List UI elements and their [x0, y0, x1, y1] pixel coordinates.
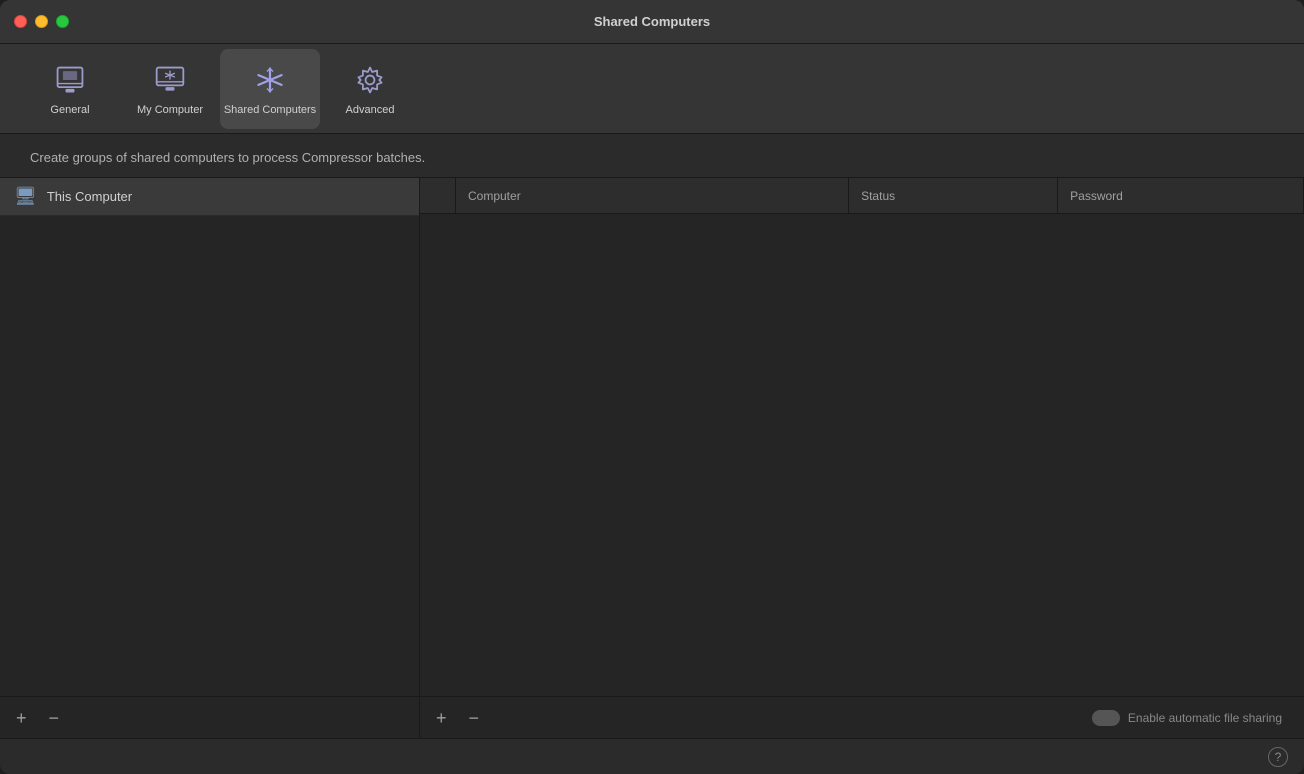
titlebar: Shared Computers	[0, 0, 1304, 44]
shared-computers-icon	[252, 62, 288, 98]
tab-my-computer-label: My Computer	[137, 104, 203, 116]
left-pane-footer: + −	[0, 696, 419, 738]
enable-sharing-toggle[interactable]	[1092, 710, 1120, 726]
traffic-lights	[14, 15, 69, 28]
tab-shared-computers-label: Shared Computers	[224, 104, 316, 116]
bottom-bar: ?	[0, 738, 1304, 774]
window-title: Shared Computers	[594, 14, 710, 29]
tab-my-computer[interactable]: My Computer	[120, 49, 220, 129]
tab-general[interactable]: General	[20, 49, 120, 129]
content-area: Create groups of shared computers to pro…	[0, 134, 1304, 738]
general-icon	[52, 62, 88, 98]
table-header-computer: Computer	[456, 178, 849, 213]
computers-pane: Computer Status Password + − Enable auto…	[420, 178, 1304, 738]
description-text: Create groups of shared computers to pro…	[0, 134, 1304, 177]
table-header-status: Status	[849, 178, 1058, 213]
this-computer-icon: 🖥	[14, 186, 37, 207]
groups-list: 🖥 This Computer	[0, 178, 419, 696]
minimize-button[interactable]	[35, 15, 48, 28]
enable-sharing-label: Enable automatic file sharing	[1128, 711, 1282, 725]
list-item[interactable]: 🖥 This Computer	[0, 178, 419, 216]
advanced-icon	[352, 62, 388, 98]
app-window: Shared Computers General	[0, 0, 1304, 774]
panes-container: 🖥 This Computer + − Computer Status Pass…	[0, 177, 1304, 738]
remove-group-button[interactable]: −	[45, 707, 64, 729]
remove-computer-button[interactable]: −	[465, 707, 484, 729]
this-computer-label: This Computer	[47, 189, 132, 204]
tab-shared-computers[interactable]: Shared Computers	[220, 49, 320, 129]
tab-advanced-label: Advanced	[346, 104, 395, 116]
close-button[interactable]	[14, 15, 27, 28]
toolbar: General My Computer	[0, 44, 1304, 134]
table-header-password: Password	[1058, 178, 1304, 213]
help-button[interactable]: ?	[1268, 747, 1288, 767]
my-computer-icon	[152, 62, 188, 98]
groups-pane: 🖥 This Computer + −	[0, 178, 420, 738]
right-pane-footer: + − Enable automatic file sharing	[420, 696, 1304, 738]
maximize-button[interactable]	[56, 15, 69, 28]
computers-table-body	[420, 214, 1304, 696]
enable-sharing-area: Enable automatic file sharing	[1092, 710, 1282, 726]
add-computer-button[interactable]: +	[432, 707, 451, 729]
add-group-button[interactable]: +	[12, 707, 31, 729]
table-header: Computer Status Password	[420, 178, 1304, 214]
tab-advanced[interactable]: Advanced	[320, 49, 420, 129]
tab-general-label: General	[50, 104, 89, 116]
table-header-checkbox-col	[420, 178, 456, 213]
